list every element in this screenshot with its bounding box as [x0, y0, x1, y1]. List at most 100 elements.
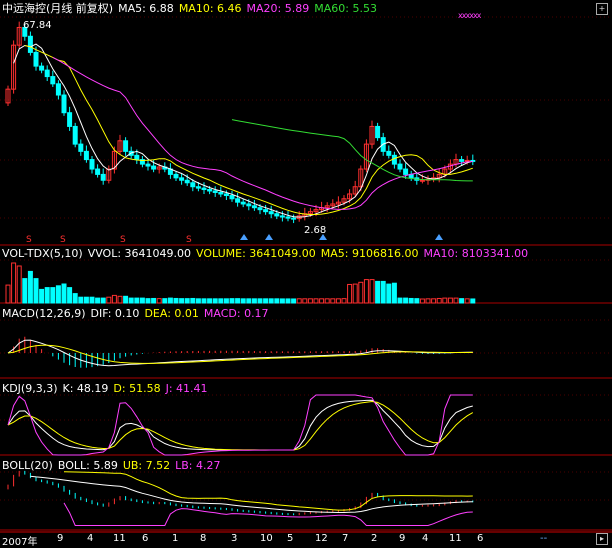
volume-bar: [240, 298, 246, 304]
main-title: 中远海控(月线 前复权): [2, 2, 114, 15]
d-line: [7, 400, 474, 451]
volume-series: [5, 262, 476, 304]
axis-tick-label: 6: [142, 533, 149, 544]
volume-bar: [274, 298, 280, 304]
volume-bar: [218, 298, 224, 304]
volume-bar: [184, 298, 190, 304]
volume-bar: [16, 265, 22, 304]
volume-bar: [151, 297, 157, 304]
candle-body: [83, 150, 89, 161]
axis-tick-label: 8: [200, 533, 207, 544]
nav-dashes[interactable]: --: [540, 533, 547, 544]
axis-tick-label: 2007年: [2, 537, 38, 548]
ma10-label: MA10: 6.46: [178, 2, 242, 15]
candle-body: [67, 112, 73, 127]
volume-bar: [358, 281, 364, 304]
volume-bar: [363, 279, 369, 304]
candle-body: [184, 179, 190, 184]
volume-bar: [33, 278, 39, 304]
volume-bar: [67, 287, 73, 304]
volume-bar: [83, 296, 89, 304]
candle-body: [100, 173, 106, 181]
volume-bar: [375, 280, 381, 304]
candle-body: [201, 187, 207, 191]
volume-bar: [431, 298, 437, 304]
dea-label: DEA: 0.01: [144, 307, 199, 320]
volume-bar: [268, 298, 274, 304]
candle-body: [212, 190, 218, 193]
volume-bar: [50, 287, 56, 304]
candle-body: [151, 165, 157, 170]
moving-average-lines: [13, 43, 473, 218]
candle-body: [268, 211, 274, 215]
volume-bar: [173, 297, 179, 304]
volume-bar: [380, 280, 386, 304]
candle-body: [251, 205, 257, 209]
volume-bar: [307, 298, 313, 304]
vvol-label: VVOL: 3641049.00: [87, 247, 192, 260]
volume-bar: [442, 297, 448, 304]
candle-body: [279, 215, 285, 218]
volume-bar: [330, 298, 336, 304]
plus-icon[interactable]: +: [596, 3, 608, 15]
sell-signal-marker: S: [120, 235, 126, 245]
volume-bar: [403, 297, 409, 304]
volume-bar: [95, 297, 101, 304]
volume-bar: [61, 283, 67, 304]
candle-body: [89, 159, 95, 170]
candle-body: [179, 177, 185, 181]
volume-bar: [212, 298, 218, 304]
ma60-label: MA60: 5.53: [314, 2, 377, 15]
volume-bar: [246, 298, 252, 304]
boll-label: BOLL: 5.89: [57, 459, 118, 472]
volume-bar: [111, 294, 117, 304]
volume-bar: [313, 298, 319, 304]
volume-bar: [459, 298, 465, 304]
j-line: [7, 394, 473, 456]
kdj-series: [7, 394, 474, 456]
volume-bar: [89, 296, 95, 304]
buy-signal-marker: [240, 234, 248, 240]
sell-signal-marker: S: [60, 235, 66, 245]
volume-label: VOLUME: 3641049.00: [196, 247, 316, 260]
candle-body: [134, 154, 140, 161]
macd-indicator: MACD(12,26,9): [2, 307, 86, 320]
volume-bar: [123, 295, 129, 304]
sell-signal-marker: S: [186, 235, 192, 245]
candle-body: [257, 207, 263, 211]
candle-body: [55, 83, 61, 96]
candle-body: [27, 35, 33, 53]
volume-bar: [285, 298, 291, 304]
candle-body: [33, 51, 39, 67]
candle-body: [195, 186, 201, 189]
volume-bar: [302, 298, 308, 304]
volume-bar: [207, 298, 213, 304]
volume-bar: [263, 298, 269, 304]
volume-bar: [386, 283, 392, 304]
volume-bar: [229, 298, 235, 304]
high-price-label: 67.84: [23, 20, 52, 31]
volume-bar: [190, 297, 196, 304]
main-panel-header: 中远海控(月线 前复权) MA5: 6.88 MA10: 6.46 MA20: 5.8…: [2, 2, 382, 15]
candle-body: [375, 125, 381, 139]
volume-bar: [291, 298, 297, 304]
candle-body: [235, 198, 241, 203]
buy-signal-marker: [435, 234, 443, 240]
ma5-line: [13, 43, 473, 218]
volume-bar: [436, 297, 442, 304]
candle-body: [229, 195, 235, 200]
volume-bar: [257, 298, 263, 304]
candle-body: [246, 203, 252, 207]
chevron-right-icon[interactable]: ▸: [596, 533, 608, 545]
candle-body: [173, 173, 179, 179]
candle-body: [44, 69, 50, 78]
lb-label: LB: 4.27: [175, 459, 221, 472]
volume-bar: [335, 298, 341, 304]
low-price-label: 2.68: [304, 225, 327, 236]
volume-bar: [39, 288, 45, 304]
volume-bar: [352, 283, 358, 304]
candle-body: [459, 159, 465, 162]
candle-body: [145, 163, 151, 167]
volume-indicator: VOL-TDX(5,10): [2, 247, 83, 260]
candle-body: [419, 179, 425, 182]
